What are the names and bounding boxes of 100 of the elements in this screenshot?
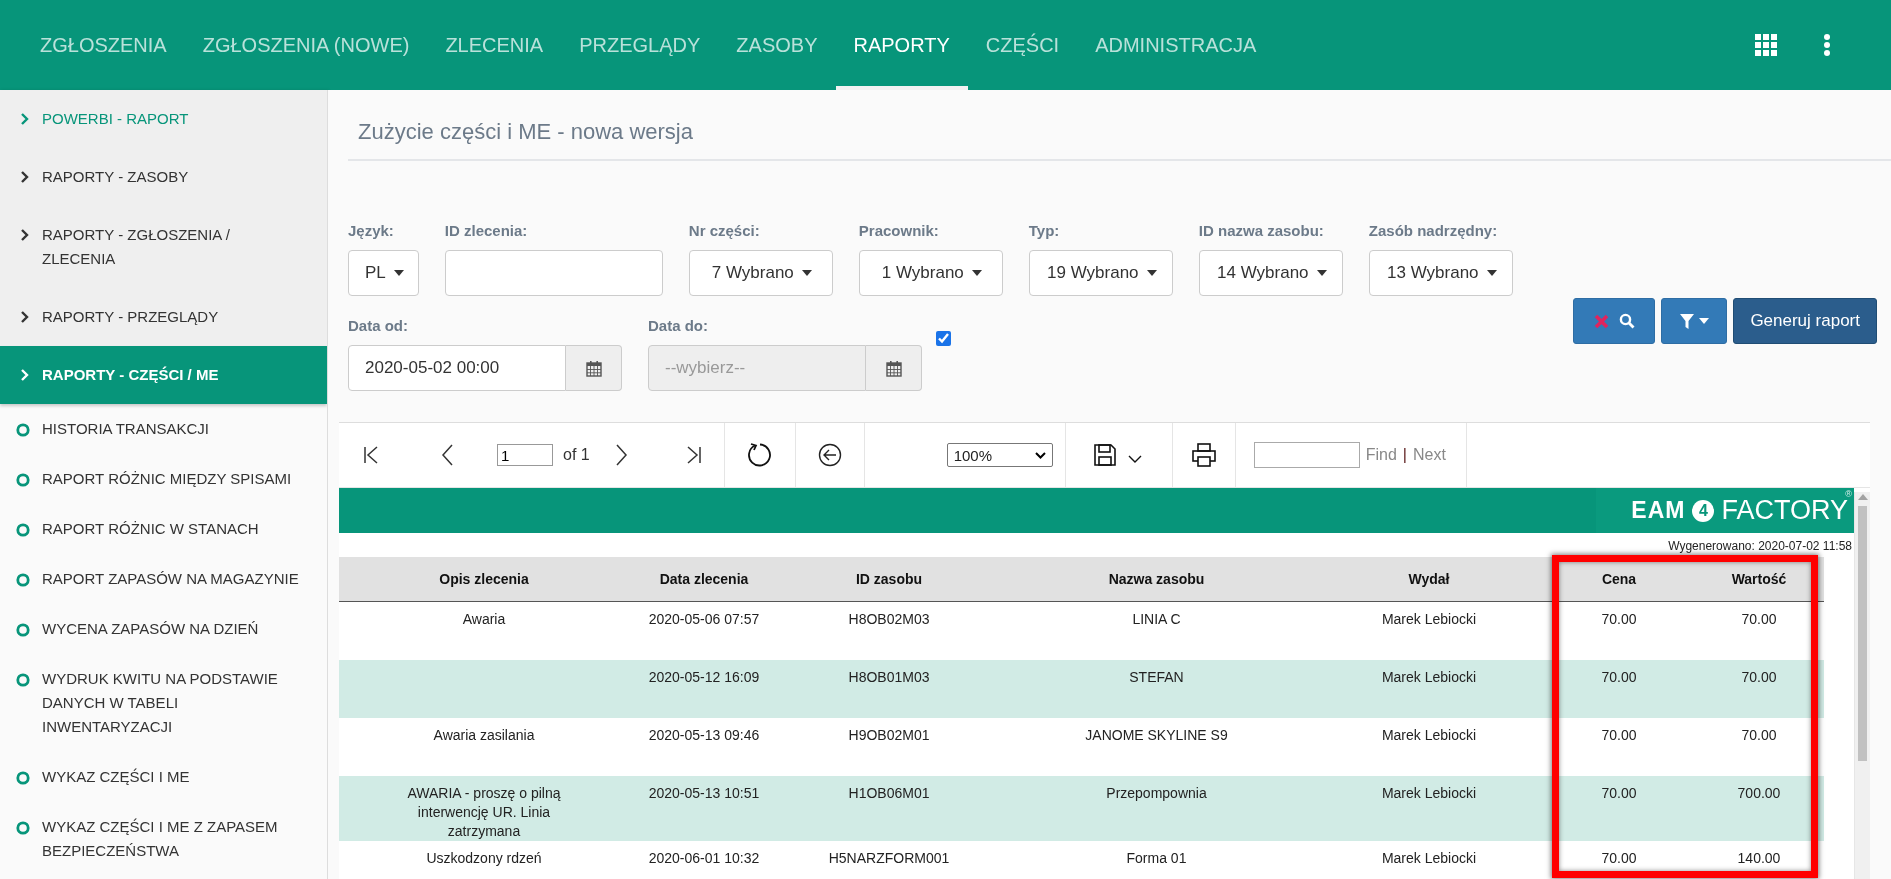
first-page-icon[interactable]	[363, 446, 379, 464]
caret-down-icon	[1316, 270, 1327, 276]
chevron-down-icon	[1034, 451, 1046, 459]
sidebar-item[interactable]: HISTORIA TRANSAKCJI	[0, 404, 327, 454]
table-cell-text: Forma 01	[1125, 849, 1188, 868]
dropdown-button[interactable]: 14 Wybrano	[1198, 250, 1343, 296]
column-header: ID zasobu	[779, 557, 999, 602]
chevron-right-icon	[20, 311, 30, 323]
sidebar-item[interactable]: RAPORTY - ZASOBY	[0, 148, 327, 206]
zoom-dropdown[interactable]: 100%	[946, 443, 1053, 467]
date-field[interactable]: 2020-05-02 00:00	[348, 345, 566, 391]
circle-icon	[16, 573, 30, 587]
input-field[interactable]	[444, 250, 663, 296]
circle-icon	[16, 673, 30, 687]
caret-down-icon	[801, 270, 812, 276]
find-link[interactable]: Find	[1365, 446, 1397, 464]
table-cell-text: 2020-06-01 10:32	[647, 849, 761, 868]
column-header: Data zlecenia	[629, 557, 779, 602]
chevron-right-icon	[20, 229, 30, 241]
table-cell: 2020-05-13 10:51	[629, 776, 779, 841]
table-cell: H1OB06M01	[779, 776, 999, 841]
previous-page-icon[interactable]	[441, 444, 453, 466]
table-cell-text: H8OB02M03	[847, 610, 931, 629]
chevron-right-icon	[20, 113, 30, 125]
sidebar-item[interactable]: RAPORT RÓŻNIC MIĘDZY SPISAMI	[0, 454, 327, 504]
sidebar-item[interactable]: WYDRUK KWITU NA PODSTAWIE DANYCH W TABELI INWENTARYZACJI	[0, 654, 327, 752]
column-header: Nazwa zasobu	[999, 557, 1314, 602]
table-cell-text: 70.00	[1600, 726, 1638, 745]
table-cell-text: LINIA C	[1131, 610, 1182, 629]
dropdown-button[interactable]: 7 Wybrano	[688, 250, 833, 296]
sidebar-item[interactable]: RAPORT RÓŻNIC W STANACH	[0, 504, 327, 554]
table-cell-text: 70.00	[1600, 849, 1638, 868]
field-label: Zasób nadrzędny:	[1368, 221, 1499, 241]
scrollbar[interactable]	[1854, 492, 1870, 879]
dropdown-button[interactable]: 19 Wybrano	[1028, 250, 1173, 296]
table-cell-text: Awaria zasilania	[432, 726, 536, 745]
dropdown-button[interactable]: 1 Wybrano	[858, 250, 1003, 296]
generate-report-button[interactable]: Generuj raport	[1733, 298, 1877, 344]
search-icon	[1618, 313, 1635, 329]
sidebar-item[interactable]: RAPORTY - CZĘŚCI / ME	[0, 346, 327, 404]
caret-down-icon	[1698, 318, 1709, 324]
cross-icon	[1593, 313, 1609, 329]
field-label: Data do:	[648, 316, 709, 336]
field-label: Pracownik:	[858, 221, 940, 241]
dropdown-button[interactable]: PL	[348, 250, 419, 296]
calendar-button[interactable]	[566, 345, 622, 391]
apps-grid-icon[interactable]	[1755, 34, 1777, 56]
table-cell: 2020-05-12 16:09	[629, 660, 779, 718]
more-menu-icon[interactable]	[1823, 34, 1831, 56]
calendar-icon	[885, 359, 902, 377]
next-link[interactable]: Next	[1412, 446, 1446, 464]
table-cell-text: 70.00	[1600, 610, 1638, 629]
page-number-field[interactable]: 1	[497, 444, 553, 466]
table-cell-text: H5NARZFORM001	[827, 849, 951, 868]
table-cell: Marek Lebiocki	[1314, 776, 1544, 841]
chevron-down-icon[interactable]	[1127, 455, 1142, 463]
circle-icon	[16, 423, 30, 437]
dropdown-button[interactable]: 13 Wybrano	[1368, 250, 1513, 296]
table-cell: AWARIA - proszę o pilną interwencję UR. Linia zatrzymana	[339, 776, 629, 841]
calendar-button[interactable]	[866, 345, 922, 391]
sidebar-item[interactable]: RAPORTY - PRZEGLĄDY	[0, 288, 327, 346]
generated-timestamp: Wygenerowano: 2020-07-02 11:58	[1667, 538, 1853, 555]
field-label: ID nazwa zasobu:	[1198, 221, 1325, 241]
printer-icon[interactable]	[1191, 443, 1216, 467]
page-count: of 1	[563, 446, 590, 464]
table-cell: 70.00	[1694, 660, 1824, 718]
circle-icon	[16, 523, 30, 537]
sidebar-item[interactable]: RAPORT ZAPASÓW NA MAGAZYNIE	[0, 554, 327, 604]
caret-down-icon	[1146, 270, 1157, 276]
caret-down-icon	[1486, 270, 1497, 276]
table-cell-text: Marek Lebiocki	[1380, 610, 1478, 629]
save-icon[interactable]	[1093, 444, 1116, 466]
next-page-icon[interactable]	[615, 444, 628, 466]
calendar-icon	[585, 359, 602, 377]
checkbox[interactable]	[936, 331, 951, 346]
sidebar-item[interactable]: WYKAZ CZĘŚCI I ME	[0, 752, 327, 802]
circle-icon	[16, 473, 30, 487]
last-page-icon[interactable]	[685, 446, 702, 464]
field-label: Typ:	[1028, 221, 1061, 241]
refresh-icon[interactable]	[746, 442, 773, 468]
column-header: Wydał	[1314, 557, 1544, 602]
field-label: ID zlecenia:	[444, 221, 529, 241]
back-icon[interactable]	[817, 443, 842, 467]
filter-menu-button[interactable]	[1661, 298, 1728, 344]
table-cell-text: 70.00	[1740, 726, 1778, 745]
find-field[interactable]	[1253, 442, 1360, 468]
sidebar-item[interactable]: WYKAZ CZĘŚCI I ME Z ZAPASEM BEZPIECZEŃSTWA	[0, 802, 327, 876]
caret-down-icon	[971, 270, 982, 276]
table-cell: H8OB01M03	[779, 660, 999, 718]
table-cell-text: 70.00	[1740, 610, 1778, 629]
sidebar-item[interactable]: RAPORTY - ZGŁOSZENIA / ZLECENIA	[0, 206, 327, 288]
caret-down-icon	[393, 270, 404, 276]
table-cell-text: Awaria	[461, 610, 507, 629]
page-title: Zużycie części i ME - nowa wersja	[358, 118, 694, 146]
clear-search-button[interactable]	[1573, 298, 1656, 344]
table-cell: STEFAN	[999, 660, 1314, 718]
funnel-icon	[1679, 313, 1694, 329]
sidebar-item[interactable]: WYCENA ZAPASÓW NA DZIEŃ	[0, 604, 327, 654]
circle-icon	[16, 623, 30, 637]
chevron-right-icon	[20, 369, 30, 381]
